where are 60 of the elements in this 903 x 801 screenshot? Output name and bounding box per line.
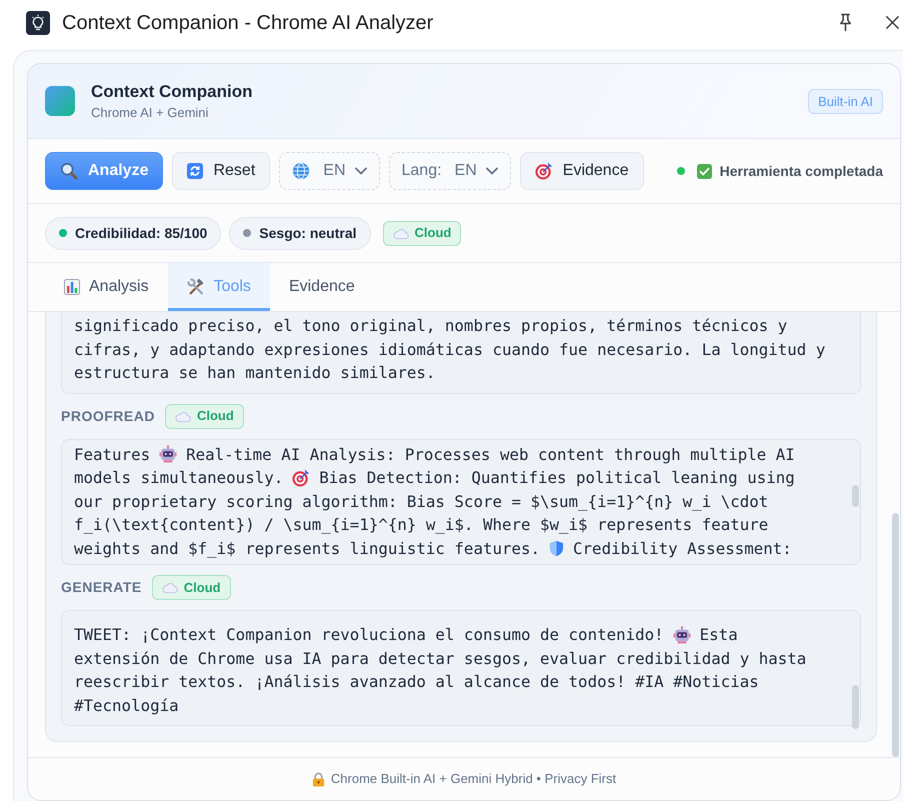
target-icon — [292, 468, 310, 487]
output-text: Credibility Assessment: — [573, 538, 792, 560]
output-text: estructura se han mantenido similares. — [74, 362, 436, 384]
evidence-button[interactable]: Evidence — [520, 152, 644, 190]
chevron-down-icon — [486, 167, 498, 175]
metric-text: Credibilidad: 85/100 — [75, 224, 208, 242]
cloud-icon — [392, 228, 409, 238]
output-text: #Tecnología — [74, 694, 179, 716]
shield-icon — [549, 540, 564, 557]
tab[interactable]: Evidence — [270, 263, 374, 311]
reset-button[interactable]: Reset — [172, 152, 270, 190]
padlock-icon — [312, 772, 325, 786]
output-text: cifras, y adaptando expresiones idiomáticas cuando fue necesario. La longitud y — [74, 338, 826, 360]
output-text: Bias Detection: Quantifies political leaning using — [319, 467, 795, 489]
output-text: TWEET: ¡Context Companion revoluciona el consumo de contenido! — [74, 624, 664, 646]
output-text: Esta — [700, 624, 738, 646]
language-select[interactable]: Lang: EN — [388, 152, 511, 190]
chevron-down-icon — [354, 167, 366, 175]
footer-text: Chrome Built-in AI + Gemini Hybrid • Privacy First — [330, 770, 616, 788]
output-text: f_i(\text{content}) / \sum_{i=1}^{n} w_i$. Where $w_i$ represents feature — [74, 514, 768, 536]
app-subtitle: Chrome AI + Gemini — [91, 104, 210, 120]
cloud-icon — [174, 410, 191, 422]
status-text: Herramienta completada — [720, 162, 883, 181]
output-text: weights and $f_i$ represents linguistic features. — [74, 538, 540, 560]
scrollbar-thumb[interactable] — [892, 513, 899, 757]
tab[interactable]: Analysis — [45, 263, 168, 311]
robot-icon — [159, 445, 178, 464]
app-logo-icon — [45, 86, 75, 116]
pin-icon[interactable] — [838, 13, 853, 32]
output-text: models simultaneously. — [74, 467, 284, 489]
scrollbar-thumb[interactable] — [852, 685, 859, 729]
output-text: Real-time AI Analysis: Processes web content through multiple AI — [186, 444, 795, 466]
built-in-ai-tag: Built-in AI — [808, 88, 883, 114]
output-text: extensión de Chrome usa IA para detectar sesgos, evaluar credibilidad y hasta — [74, 648, 806, 670]
globe-icon — [292, 162, 310, 180]
close-icon[interactable] — [885, 15, 900, 30]
mode-text: Cloud — [414, 224, 452, 242]
search-icon — [60, 162, 78, 180]
output-text: reescribir textos. ¡Análisis avanzado al alcance de todos! #IA #Noticias — [74, 671, 759, 693]
status-dot-icon — [676, 167, 685, 175]
window-title: Context Companion - Chrome AI Analyzer — [62, 10, 434, 36]
app-title: Context Companion — [91, 82, 252, 102]
language-select[interactable]: EN — [279, 152, 380, 190]
check-icon — [696, 164, 712, 178]
refresh-icon — [187, 163, 204, 179]
target-icon — [534, 162, 553, 180]
section-label: PROOFREAD — [61, 406, 155, 426]
cloud-icon — [162, 582, 178, 593]
section-label: GENERATE — [61, 578, 142, 597]
metric-text: Sesgo: neutral — [259, 224, 357, 243]
mode-text: Cloud — [196, 407, 234, 426]
output-text: our proprietary scoring algorithm: Bias Score = $\sum_{i=1}^{n} w_i \cdot — [74, 490, 768, 513]
mode-text: Cloud — [184, 578, 221, 597]
scrollbar-thumb[interactable] — [852, 484, 859, 506]
bar-chart-icon — [64, 279, 80, 295]
output-text: significado preciso, el tono original, nombres propios, términos técnicos y — [74, 315, 788, 337]
output-text: Features — [74, 444, 150, 466]
robot-icon — [672, 626, 691, 644]
hammer-wrench-icon — [186, 278, 205, 296]
app-icon — [26, 10, 50, 34]
